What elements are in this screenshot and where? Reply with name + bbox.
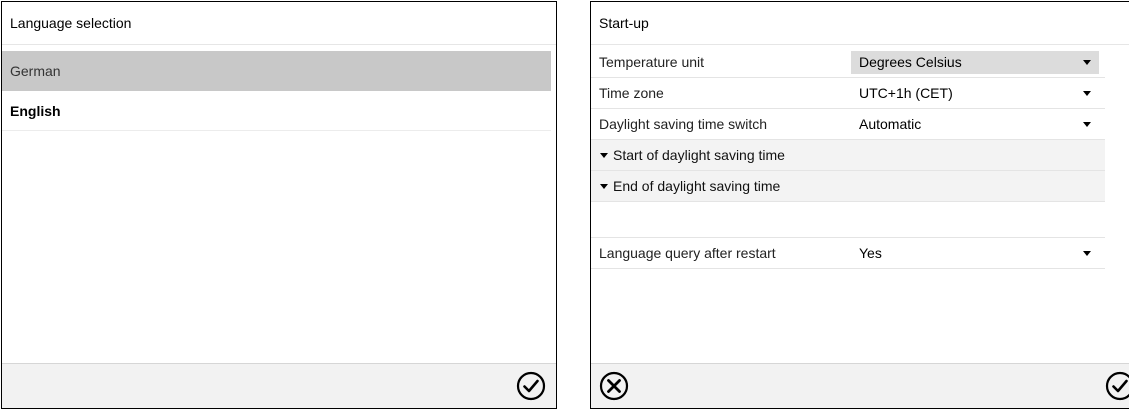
dst-start-label: Start of daylight saving time bbox=[613, 147, 785, 163]
startup-settings-panel: Start-up Temperature unit Degrees Celsiu… bbox=[590, 1, 1129, 409]
temperature-unit-label: Temperature unit bbox=[599, 54, 705, 70]
chevron-down-icon bbox=[1083, 251, 1091, 256]
chevron-down-icon bbox=[1083, 60, 1091, 65]
dst-start-section[interactable]: Start of daylight saving time bbox=[591, 140, 1105, 171]
check-circle-icon[interactable] bbox=[1105, 371, 1129, 401]
language-list: German English bbox=[2, 51, 551, 131]
temperature-unit-dropdown[interactable]: Degrees Celsius bbox=[851, 51, 1099, 74]
x-circle-icon[interactable] bbox=[599, 371, 629, 401]
language-option-german[interactable]: German bbox=[2, 51, 551, 91]
language-query-dropdown[interactable]: Yes bbox=[851, 242, 1099, 265]
check-circle-icon[interactable] bbox=[516, 371, 546, 401]
language-query-label: Language query after restart bbox=[599, 245, 776, 261]
expand-triangle-icon bbox=[600, 184, 608, 189]
time-zone-row: Time zone UTC+1h (CET) bbox=[591, 78, 1105, 109]
language-query-value: Yes bbox=[859, 245, 882, 261]
language-selection-title: Language selection bbox=[2, 2, 556, 45]
language-query-row: Language query after restart Yes bbox=[591, 238, 1105, 269]
time-zone-value: UTC+1h (CET) bbox=[859, 85, 953, 101]
dst-end-label: End of daylight saving time bbox=[613, 178, 781, 194]
language-selection-panel: Language selection German English bbox=[1, 1, 557, 409]
blank-row bbox=[591, 202, 1105, 238]
dst-switch-value: Automatic bbox=[859, 116, 922, 132]
language-option-english[interactable]: English bbox=[2, 91, 551, 131]
language-selection-footer bbox=[2, 363, 556, 408]
temperature-unit-value: Degrees Celsius bbox=[859, 54, 962, 70]
dst-switch-dropdown[interactable]: Automatic bbox=[851, 113, 1099, 136]
temperature-unit-row: Temperature unit Degrees Celsius bbox=[591, 47, 1105, 78]
startup-title: Start-up bbox=[591, 2, 1129, 45]
time-zone-dropdown[interactable]: UTC+1h (CET) bbox=[851, 82, 1099, 105]
expand-triangle-icon bbox=[600, 153, 608, 158]
startup-footer bbox=[591, 363, 1129, 408]
chevron-down-icon bbox=[1083, 122, 1091, 127]
dst-switch-label: Daylight saving time switch bbox=[599, 116, 768, 132]
time-zone-label: Time zone bbox=[599, 85, 664, 101]
dst-end-section[interactable]: End of daylight saving time bbox=[591, 171, 1105, 202]
startup-settings-list: Temperature unit Degrees Celsius Time zo… bbox=[591, 47, 1105, 269]
dst-switch-row: Daylight saving time switch Automatic bbox=[591, 109, 1105, 140]
chevron-down-icon bbox=[1083, 91, 1091, 96]
